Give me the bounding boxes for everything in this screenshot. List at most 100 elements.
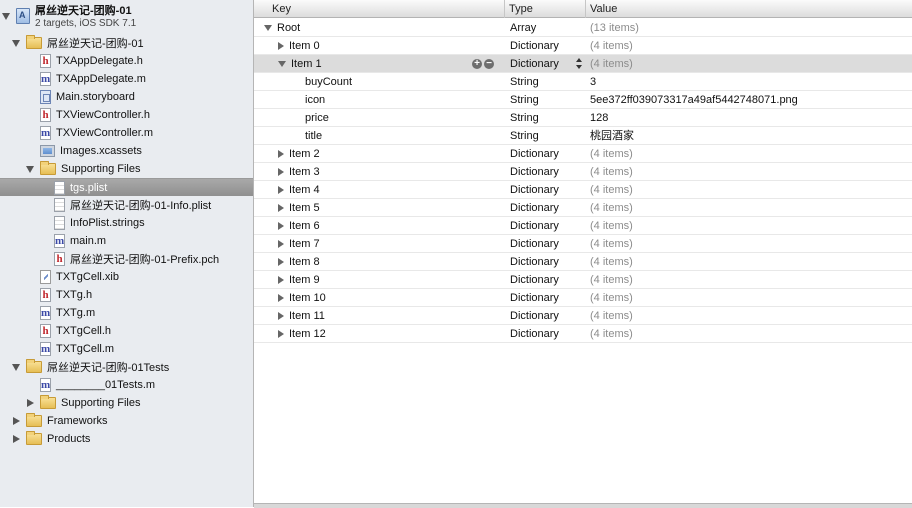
file-tree-item[interactable]: h 屌丝逆天记-团购-01-Prefix.pch — [0, 250, 253, 268]
file-tree-item[interactable]: Supporting Files — [0, 160, 253, 178]
file-tree-item[interactable]: m TXViewController.m — [0, 124, 253, 142]
plist-key[interactable]: Item 9 — [289, 271, 320, 289]
disclosure-closed-icon[interactable] — [13, 435, 20, 443]
plist-row[interactable]: Item 8 Dictionary (4 items) — [254, 253, 912, 271]
file-tree-item[interactable]: 屌丝逆天记-团购-01Tests — [0, 358, 253, 376]
file-tree-item[interactable]: 屌丝逆天记-团购-01 — [0, 34, 253, 52]
file-tree-item[interactable]: InfoPlist.strings — [0, 214, 253, 232]
disclosure-closed-icon[interactable] — [27, 399, 34, 407]
disclosure-closed-icon[interactable] — [278, 168, 284, 176]
plist-key[interactable]: Item 1 — [291, 55, 322, 73]
plist-row[interactable]: Item 4 Dictionary (4 items) — [254, 181, 912, 199]
disclosure-closed-icon[interactable] — [278, 204, 284, 212]
disclosure-closed-icon[interactable] — [278, 222, 284, 230]
key-column-header[interactable]: Key — [254, 0, 505, 18]
plist-row[interactable]: Item 7 Dictionary (4 items) — [254, 235, 912, 253]
type-column-header[interactable]: Type — [505, 0, 586, 18]
plist-key[interactable]: icon — [305, 91, 325, 109]
disclosure-open-icon[interactable] — [12, 39, 20, 47]
disclosure-closed-icon[interactable] — [278, 294, 284, 302]
disclosure-closed-icon[interactable] — [278, 150, 284, 158]
file-tree-item[interactable]: Frameworks — [0, 412, 253, 430]
plist-key[interactable]: Item 0 — [289, 37, 320, 55]
disclosure-closed-icon[interactable] — [13, 417, 20, 425]
file-tree-item[interactable]: Main.storyboard — [0, 88, 253, 106]
file-tree-item[interactable]: Supporting Files — [0, 394, 253, 412]
plist-key[interactable]: Item 6 — [289, 217, 320, 235]
file-tree-item[interactable]: h TXViewController.h — [0, 106, 253, 124]
disclosure-closed-icon[interactable] — [278, 276, 284, 284]
plist-type[interactable]: Dictionary — [510, 37, 559, 55]
file-tree-item[interactable]: TXTgCell.xib — [0, 268, 253, 286]
plist-key[interactable]: title — [305, 127, 322, 145]
plist-key[interactable]: Root — [277, 19, 300, 37]
plist-row[interactable]: icon String 5ee372ff039073317a49af54427480… — [254, 91, 912, 109]
plist-type[interactable]: String — [510, 91, 539, 109]
plist-row[interactable]: Root Array (13 items) — [254, 19, 912, 37]
plist-type[interactable]: Dictionary — [510, 181, 559, 199]
plist-row[interactable]: Item 0 Dictionary (4 items) — [254, 37, 912, 55]
plist-type[interactable]: Dictionary — [510, 307, 559, 325]
plist-row[interactable]: buyCount String 3 — [254, 73, 912, 91]
plist-key[interactable]: Item 2 — [289, 145, 320, 163]
file-tree-item[interactable]: Products — [0, 430, 253, 448]
plist-key[interactable]: Item 8 — [289, 253, 320, 271]
disclosure-open-icon[interactable] — [264, 25, 272, 31]
type-stepper-icon[interactable] — [576, 58, 582, 70]
plist-key[interactable]: Item 10 — [289, 289, 326, 307]
plist-value[interactable]: 128 — [590, 109, 608, 127]
plist-row[interactable]: Item 12 Dictionary (4 items) — [254, 325, 912, 343]
disclosure-open-icon[interactable] — [278, 61, 286, 67]
plist-row[interactable]: Item 5 Dictionary (4 items) — [254, 199, 912, 217]
disclosure-closed-icon[interactable] — [278, 240, 284, 248]
file-tree-item[interactable]: m ________01Tests.m — [0, 376, 253, 394]
file-tree-item[interactable]: m TXAppDelegate.m — [0, 70, 253, 88]
plist-type[interactable]: Array — [510, 19, 536, 37]
plist-key[interactable]: Item 11 — [289, 307, 325, 325]
plist-row[interactable]: title String 桃园酒家 — [254, 127, 912, 145]
plist-value[interactable]: 5ee372ff039073317a49af5442748071.png — [590, 91, 798, 109]
plist-row[interactable]: Item 2 Dictionary (4 items) — [254, 145, 912, 163]
file-tree-item[interactable]: m main.m — [0, 232, 253, 250]
file-tree-item[interactable]: h TXAppDelegate.h — [0, 52, 253, 70]
disclosure-open-icon[interactable] — [2, 13, 10, 20]
file-tree-item[interactable]: Images.xcassets — [0, 142, 253, 160]
remove-icon[interactable]: − — [484, 59, 494, 69]
plist-type[interactable]: String — [510, 127, 539, 145]
plist-key[interactable]: Item 12 — [289, 325, 326, 343]
file-tree-item[interactable]: m TXTg.m — [0, 304, 253, 322]
project-root[interactable]: 屌丝逆天记-团购-01 2 targets, iOS SDK 7.1 — [0, 2, 253, 32]
plist-type[interactable]: Dictionary — [510, 325, 559, 343]
add-icon[interactable]: + — [472, 59, 482, 69]
plist-row[interactable]: Item 1 + − Dictionary (4 items) — [254, 55, 912, 73]
disclosure-closed-icon[interactable] — [278, 258, 284, 266]
plist-key[interactable]: buyCount — [305, 73, 352, 91]
disclosure-open-icon[interactable] — [12, 363, 20, 371]
plist-type[interactable]: Dictionary — [510, 55, 559, 73]
plist-type[interactable]: Dictionary — [510, 199, 559, 217]
plist-row[interactable]: Item 9 Dictionary (4 items) — [254, 271, 912, 289]
plist-type[interactable]: Dictionary — [510, 253, 559, 271]
plist-type[interactable]: Dictionary — [510, 163, 559, 181]
file-tree-item[interactable]: h TXTg.h — [0, 286, 253, 304]
plist-value[interactable]: 3 — [590, 73, 596, 91]
file-tree-item[interactable]: tgs.plist — [0, 178, 253, 196]
disclosure-closed-icon[interactable] — [278, 42, 284, 50]
plist-row[interactable]: Item 3 Dictionary (4 items) — [254, 163, 912, 181]
plist-row[interactable]: price String 128 — [254, 109, 912, 127]
disclosure-closed-icon[interactable] — [278, 312, 284, 320]
plist-type[interactable]: Dictionary — [510, 217, 559, 235]
plist-key[interactable]: Item 7 — [289, 235, 320, 253]
plist-type[interactable]: String — [510, 109, 539, 127]
plist-row[interactable]: Item 6 Dictionary (4 items) — [254, 217, 912, 235]
plist-value[interactable]: 桃园酒家 — [590, 127, 634, 145]
plist-key[interactable]: Item 4 — [289, 181, 320, 199]
file-tree-item[interactable]: 屌丝逆天记-团购-01-Info.plist — [0, 196, 253, 214]
plist-key[interactable]: Item 5 — [289, 199, 320, 217]
plist-type[interactable]: Dictionary — [510, 145, 559, 163]
disclosure-open-icon[interactable] — [26, 165, 34, 173]
value-column-header[interactable]: Value — [586, 0, 912, 18]
file-tree-item[interactable]: h TXTgCell.h — [0, 322, 253, 340]
plist-type[interactable]: String — [510, 73, 539, 91]
plist-row[interactable]: Item 11 Dictionary (4 items) — [254, 307, 912, 325]
